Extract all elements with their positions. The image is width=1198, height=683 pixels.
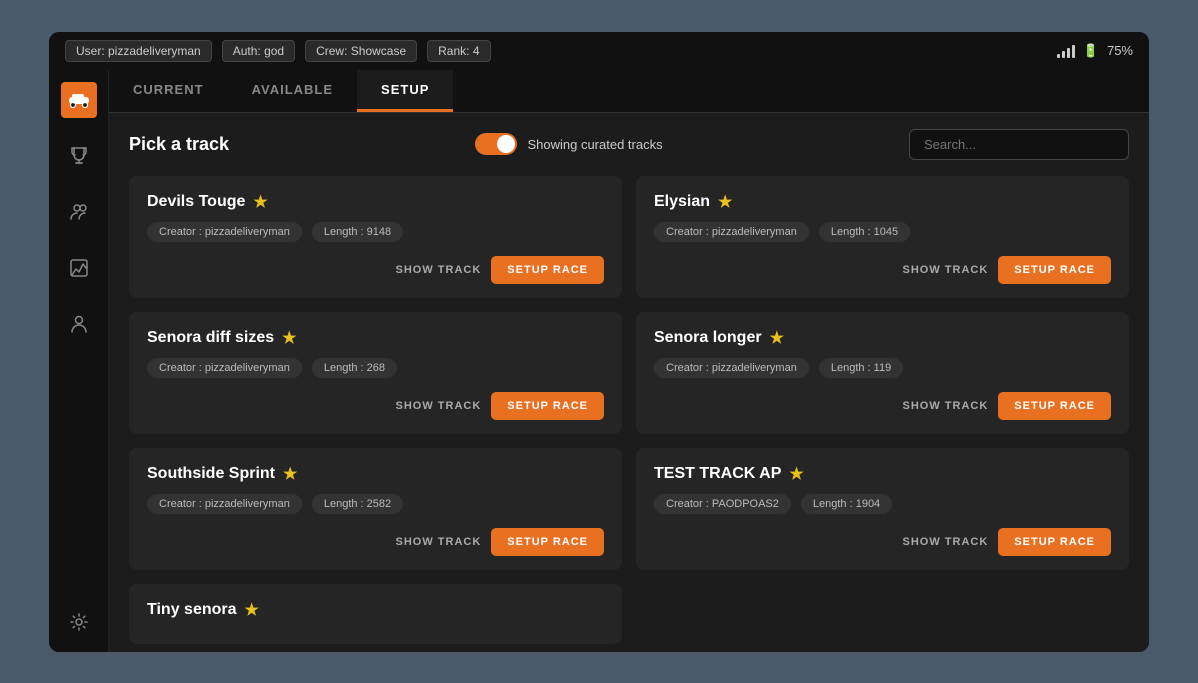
track-meta: Creator : pizzadeliveryman Length : 1045 bbox=[654, 222, 1111, 242]
track-actions: SHOW TRACK SETUP RACE bbox=[654, 256, 1111, 284]
track-actions: SHOW TRACK SETUP RACE bbox=[654, 528, 1111, 556]
toggle-area: Showing curated tracks bbox=[475, 133, 662, 155]
sidebar-item-team[interactable] bbox=[61, 194, 97, 230]
creator-badge: Creator : PAODPOAS2 bbox=[654, 494, 791, 514]
show-track-button[interactable]: SHOW TRACK bbox=[903, 400, 989, 412]
auth-badge: Auth: god bbox=[222, 40, 295, 62]
toggle-knob bbox=[497, 135, 515, 153]
status-bar: User: pizzadeliveryman Auth: god Crew: S… bbox=[49, 32, 1149, 70]
page-title: Pick a track bbox=[129, 134, 229, 155]
settings-icon[interactable] bbox=[61, 604, 97, 640]
track-name: TEST TRACK AP ★ bbox=[654, 464, 1111, 484]
star-icon: ★ bbox=[770, 328, 784, 348]
sidebar-item-racing[interactable] bbox=[61, 82, 97, 118]
tab-setup[interactable]: SETUP bbox=[357, 70, 453, 112]
track-card: Devils Touge ★ Creator : pizzadeliveryma… bbox=[129, 176, 622, 298]
track-card: TEST TRACK AP ★ Creator : PAODPOAS2 Leng… bbox=[636, 448, 1129, 570]
track-name: Elysian ★ bbox=[654, 192, 1111, 212]
length-badge: Length : 2582 bbox=[312, 494, 403, 514]
crew-badge: Crew: Showcase bbox=[305, 40, 417, 62]
track-name: Senora diff sizes ★ bbox=[147, 328, 604, 348]
track-meta: Creator : pizzadeliveryman Length : 119 bbox=[654, 358, 1111, 378]
setup-race-button[interactable]: SETUP RACE bbox=[998, 528, 1111, 556]
setup-race-button[interactable]: SETUP RACE bbox=[998, 256, 1111, 284]
track-actions: SHOW TRACK SETUP RACE bbox=[147, 256, 604, 284]
tab-available[interactable]: AVAILABLE bbox=[228, 70, 357, 112]
star-icon: ★ bbox=[718, 192, 732, 212]
rank-badge: Rank: 4 bbox=[427, 40, 490, 62]
user-badge: User: pizzadeliveryman bbox=[65, 40, 212, 62]
setup-race-button[interactable]: SETUP RACE bbox=[491, 528, 604, 556]
toggle-label: Showing curated tracks bbox=[527, 137, 662, 152]
track-area: Pick a track Showing curated tracks bbox=[109, 113, 1149, 652]
track-card: Senora longer ★ Creator : pizzadeliverym… bbox=[636, 312, 1129, 434]
length-badge: Length : 1045 bbox=[819, 222, 910, 242]
track-grid: Devils Touge ★ Creator : pizzadeliveryma… bbox=[129, 176, 1129, 644]
status-right: 🔋 75% bbox=[1057, 43, 1133, 59]
sidebar bbox=[49, 70, 109, 652]
length-badge: Length : 119 bbox=[819, 358, 903, 378]
track-card: Senora diff sizes ★ Creator : pizzadeliv… bbox=[129, 312, 622, 434]
length-badge: Length : 268 bbox=[312, 358, 397, 378]
star-icon: ★ bbox=[253, 192, 267, 212]
show-track-button[interactable]: SHOW TRACK bbox=[396, 264, 482, 276]
sidebar-item-trophy[interactable] bbox=[61, 138, 97, 174]
curated-toggle[interactable] bbox=[475, 133, 517, 155]
star-icon: ★ bbox=[789, 464, 803, 484]
track-name: Southside Sprint ★ bbox=[147, 464, 604, 484]
tab-bar: CURRENT AVAILABLE SETUP bbox=[109, 70, 1149, 113]
star-icon: ★ bbox=[245, 600, 259, 620]
creator-badge: Creator : pizzadeliveryman bbox=[147, 222, 302, 242]
track-name: Tiny senora ★ bbox=[147, 600, 604, 620]
creator-badge: Creator : pizzadeliveryman bbox=[654, 358, 809, 378]
setup-race-button[interactable]: SETUP RACE bbox=[998, 392, 1111, 420]
status-badges: User: pizzadeliveryman Auth: god Crew: S… bbox=[65, 40, 491, 62]
creator-badge: Creator : pizzadeliveryman bbox=[147, 358, 302, 378]
setup-race-button[interactable]: SETUP RACE bbox=[491, 392, 604, 420]
sidebar-item-friends[interactable] bbox=[61, 306, 97, 342]
track-card: Elysian ★ Creator : pizzadeliveryman Len… bbox=[636, 176, 1129, 298]
content-area: CURRENT AVAILABLE SETUP Pick a track Sho… bbox=[109, 70, 1149, 652]
track-card: Southside Sprint ★ Creator : pizzadelive… bbox=[129, 448, 622, 570]
track-actions: SHOW TRACK SETUP RACE bbox=[147, 392, 604, 420]
main-area: CURRENT AVAILABLE SETUP Pick a track Sho… bbox=[49, 70, 1149, 652]
creator-badge: Creator : pizzadeliveryman bbox=[654, 222, 809, 242]
length-badge: Length : 9148 bbox=[312, 222, 403, 242]
track-meta: Creator : PAODPOAS2 Length : 1904 bbox=[654, 494, 1111, 514]
star-icon: ★ bbox=[282, 328, 296, 348]
star-icon: ★ bbox=[283, 464, 297, 484]
signal-icon bbox=[1057, 44, 1075, 58]
length-badge: Length : 1904 bbox=[801, 494, 892, 514]
search-input[interactable] bbox=[909, 129, 1129, 160]
track-name: Senora longer ★ bbox=[654, 328, 1111, 348]
sidebar-item-routes[interactable] bbox=[61, 250, 97, 286]
battery-level: 75% bbox=[1107, 43, 1133, 58]
track-actions: SHOW TRACK SETUP RACE bbox=[654, 392, 1111, 420]
track-actions: SHOW TRACK SETUP RACE bbox=[147, 528, 604, 556]
show-track-button[interactable]: SHOW TRACK bbox=[396, 400, 482, 412]
battery-icon: 🔋 bbox=[1083, 43, 1099, 59]
app-window: User: pizzadeliveryman Auth: god Crew: S… bbox=[49, 32, 1149, 652]
show-track-button[interactable]: SHOW TRACK bbox=[903, 536, 989, 548]
tab-current[interactable]: CURRENT bbox=[109, 70, 228, 112]
track-meta: Creator : pizzadeliveryman Length : 9148 bbox=[147, 222, 604, 242]
creator-badge: Creator : pizzadeliveryman bbox=[147, 494, 302, 514]
track-name: Devils Touge ★ bbox=[147, 192, 604, 212]
track-card: Tiny senora ★ bbox=[129, 584, 622, 644]
show-track-button[interactable]: SHOW TRACK bbox=[396, 536, 482, 548]
setup-race-button[interactable]: SETUP RACE bbox=[491, 256, 604, 284]
show-track-button[interactable]: SHOW TRACK bbox=[903, 264, 989, 276]
track-meta: Creator : pizzadeliveryman Length : 2582 bbox=[147, 494, 604, 514]
track-header: Pick a track Showing curated tracks bbox=[129, 129, 1129, 160]
track-meta: Creator : pizzadeliveryman Length : 268 bbox=[147, 358, 604, 378]
